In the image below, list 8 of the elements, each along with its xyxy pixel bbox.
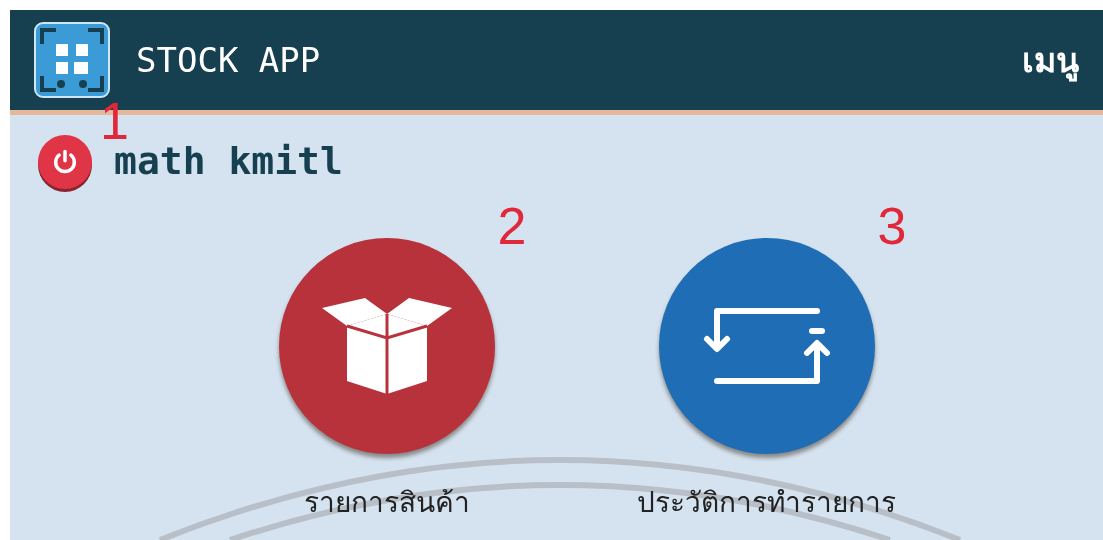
power-button[interactable] bbox=[38, 134, 92, 189]
action-label: รายการสินค้า bbox=[303, 485, 470, 521]
menu-button[interactable]: เมนู bbox=[1022, 34, 1079, 86]
app-title: STOCK APP bbox=[136, 38, 321, 82]
annotation-number: 3 bbox=[877, 200, 907, 252]
annotation-number: 2 bbox=[497, 200, 527, 252]
power-icon bbox=[51, 147, 79, 176]
action-label: ประวัติการทำรายการ bbox=[637, 485, 896, 521]
